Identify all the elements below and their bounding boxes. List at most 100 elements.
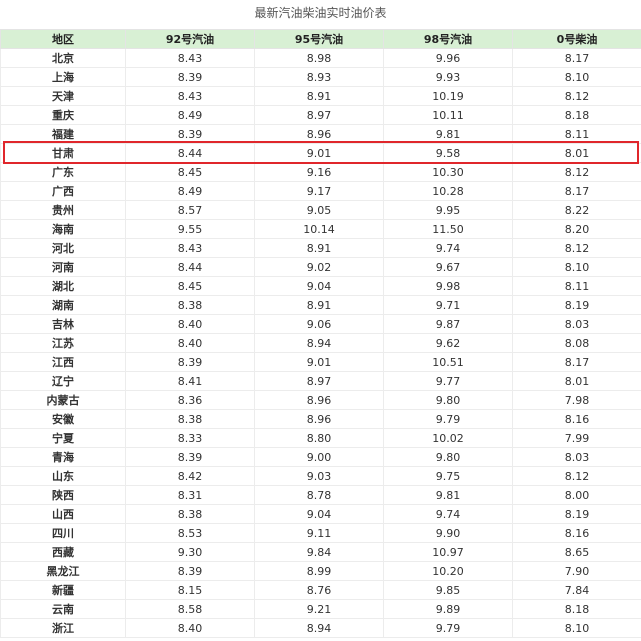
table-row: 青海 8.39 9.00 9.80 8.03: [0, 447, 641, 467]
price-92-cell: 8.57: [125, 200, 255, 220]
price-92-cell: 8.43: [125, 86, 255, 106]
region-cell: 云南: [0, 599, 126, 619]
price-95-cell: 8.94: [254, 333, 384, 353]
price-95-cell: 8.78: [254, 485, 384, 505]
price-98-cell: 9.89: [383, 599, 513, 619]
price-diesel-cell: 8.65: [512, 542, 641, 562]
price-98-cell: 9.75: [383, 466, 513, 486]
table-row: 贵州 8.57 9.05 9.95 8.22: [0, 200, 641, 220]
price-92-cell: 8.44: [125, 257, 255, 277]
price-95-cell: 9.01: [254, 143, 384, 163]
price-diesel-cell: 8.12: [512, 466, 641, 486]
price-98-cell: 9.71: [383, 295, 513, 315]
price-98-cell: 9.95: [383, 200, 513, 220]
price-95-cell: 9.17: [254, 181, 384, 201]
price-92-cell: 8.53: [125, 523, 255, 543]
price-diesel-cell: 7.90: [512, 561, 641, 581]
price-diesel-cell: 8.00: [512, 485, 641, 505]
price-98-cell: 11.50: [383, 219, 513, 239]
region-cell: 北京: [0, 48, 126, 68]
price-92-cell: 9.55: [125, 219, 255, 239]
price-diesel-cell: 8.03: [512, 447, 641, 467]
price-diesel-cell: 8.16: [512, 523, 641, 543]
region-cell: 海南: [0, 219, 126, 239]
price-95-cell: 9.21: [254, 599, 384, 619]
price-98-cell: 10.02: [383, 428, 513, 448]
price-92-cell: 8.43: [125, 48, 255, 68]
region-cell: 宁夏: [0, 428, 126, 448]
price-98-cell: 9.87: [383, 314, 513, 334]
price-95-cell: 9.02: [254, 257, 384, 277]
price-95-cell: 8.91: [254, 295, 384, 315]
price-92-cell: 8.40: [125, 314, 255, 334]
region-cell: 陕西: [0, 485, 126, 505]
price-95-cell: 9.84: [254, 542, 384, 562]
price-92-cell: 8.36: [125, 390, 255, 410]
region-cell: 重庆: [0, 105, 126, 125]
region-cell: 湖北: [0, 276, 126, 296]
price-92-cell: 8.49: [125, 181, 255, 201]
price-98-cell: 9.79: [383, 618, 513, 638]
price-98-cell: 10.97: [383, 542, 513, 562]
price-diesel-cell: 8.01: [512, 371, 641, 391]
price-95-cell: 8.98: [254, 48, 384, 68]
table-header-row: 地区 92号汽油 95号汽油 98号汽油 0号柴油: [0, 29, 641, 49]
table-row: 上海 8.39 8.93 9.93 8.10: [0, 67, 641, 87]
price-98-cell: 10.19: [383, 86, 513, 106]
price-95-cell: 8.96: [254, 124, 384, 144]
price-95-cell: 8.96: [254, 390, 384, 410]
price-diesel-cell: 8.17: [512, 352, 641, 372]
table-row: 甘肃 8.44 9.01 9.58 8.01: [0, 143, 641, 163]
price-92-cell: 8.44: [125, 143, 255, 163]
table-body: 北京 8.43 8.98 9.96 8.17 上海 8.39 8.93 9.93 8.10 天津 8.…: [0, 48, 641, 638]
region-cell: 安徽: [0, 409, 126, 429]
region-cell: 广西: [0, 181, 126, 201]
price-98-cell: 10.20: [383, 561, 513, 581]
table-row: 海南 9.55 10.14 11.50 8.20: [0, 219, 641, 239]
column-header-98-gasoline: 98号汽油: [383, 29, 513, 49]
price-98-cell: 9.96: [383, 48, 513, 68]
price-92-cell: 8.41: [125, 371, 255, 391]
region-cell: 甘肃: [0, 143, 126, 163]
region-cell: 天津: [0, 86, 126, 106]
table-row: 吉林 8.40 9.06 9.87 8.03: [0, 314, 641, 334]
price-95-cell: 9.01: [254, 352, 384, 372]
price-diesel-cell: 8.17: [512, 181, 641, 201]
table-row: 湖南 8.38 8.91 9.71 8.19: [0, 295, 641, 315]
region-cell: 河南: [0, 257, 126, 277]
price-diesel-cell: 8.12: [512, 162, 641, 182]
price-98-cell: 9.74: [383, 504, 513, 524]
price-diesel-cell: 8.19: [512, 295, 641, 315]
price-diesel-cell: 7.99: [512, 428, 641, 448]
table-row: 河南 8.44 9.02 9.67 8.10: [0, 257, 641, 277]
region-cell: 山西: [0, 504, 126, 524]
price-diesel-cell: 8.10: [512, 67, 641, 87]
price-92-cell: 8.38: [125, 295, 255, 315]
table-row: 新疆 8.15 8.76 9.85 7.84: [0, 580, 641, 600]
price-diesel-cell: 8.22: [512, 200, 641, 220]
price-92-cell: 8.40: [125, 333, 255, 353]
table-row: 安徽 8.38 8.96 9.79 8.16: [0, 409, 641, 429]
price-98-cell: 10.51: [383, 352, 513, 372]
price-92-cell: 9.30: [125, 542, 255, 562]
price-95-cell: 8.91: [254, 238, 384, 258]
price-98-cell: 9.80: [383, 447, 513, 467]
price-95-cell: 8.93: [254, 67, 384, 87]
price-92-cell: 8.40: [125, 618, 255, 638]
price-92-cell: 8.39: [125, 447, 255, 467]
price-diesel-cell: 8.18: [512, 105, 641, 125]
price-diesel-cell: 7.84: [512, 580, 641, 600]
price-92-cell: 8.45: [125, 276, 255, 296]
price-98-cell: 9.93: [383, 67, 513, 87]
region-cell: 辽宁: [0, 371, 126, 391]
price-95-cell: 9.06: [254, 314, 384, 334]
price-92-cell: 8.49: [125, 105, 255, 125]
region-cell: 西藏: [0, 542, 126, 562]
price-diesel-cell: 8.17: [512, 48, 641, 68]
price-diesel-cell: 8.01: [512, 143, 641, 163]
region-cell: 浙江: [0, 618, 126, 638]
price-diesel-cell: 8.19: [512, 504, 641, 524]
region-cell: 河北: [0, 238, 126, 258]
price-92-cell: 8.39: [125, 124, 255, 144]
table-row: 江西 8.39 9.01 10.51 8.17: [0, 352, 641, 372]
